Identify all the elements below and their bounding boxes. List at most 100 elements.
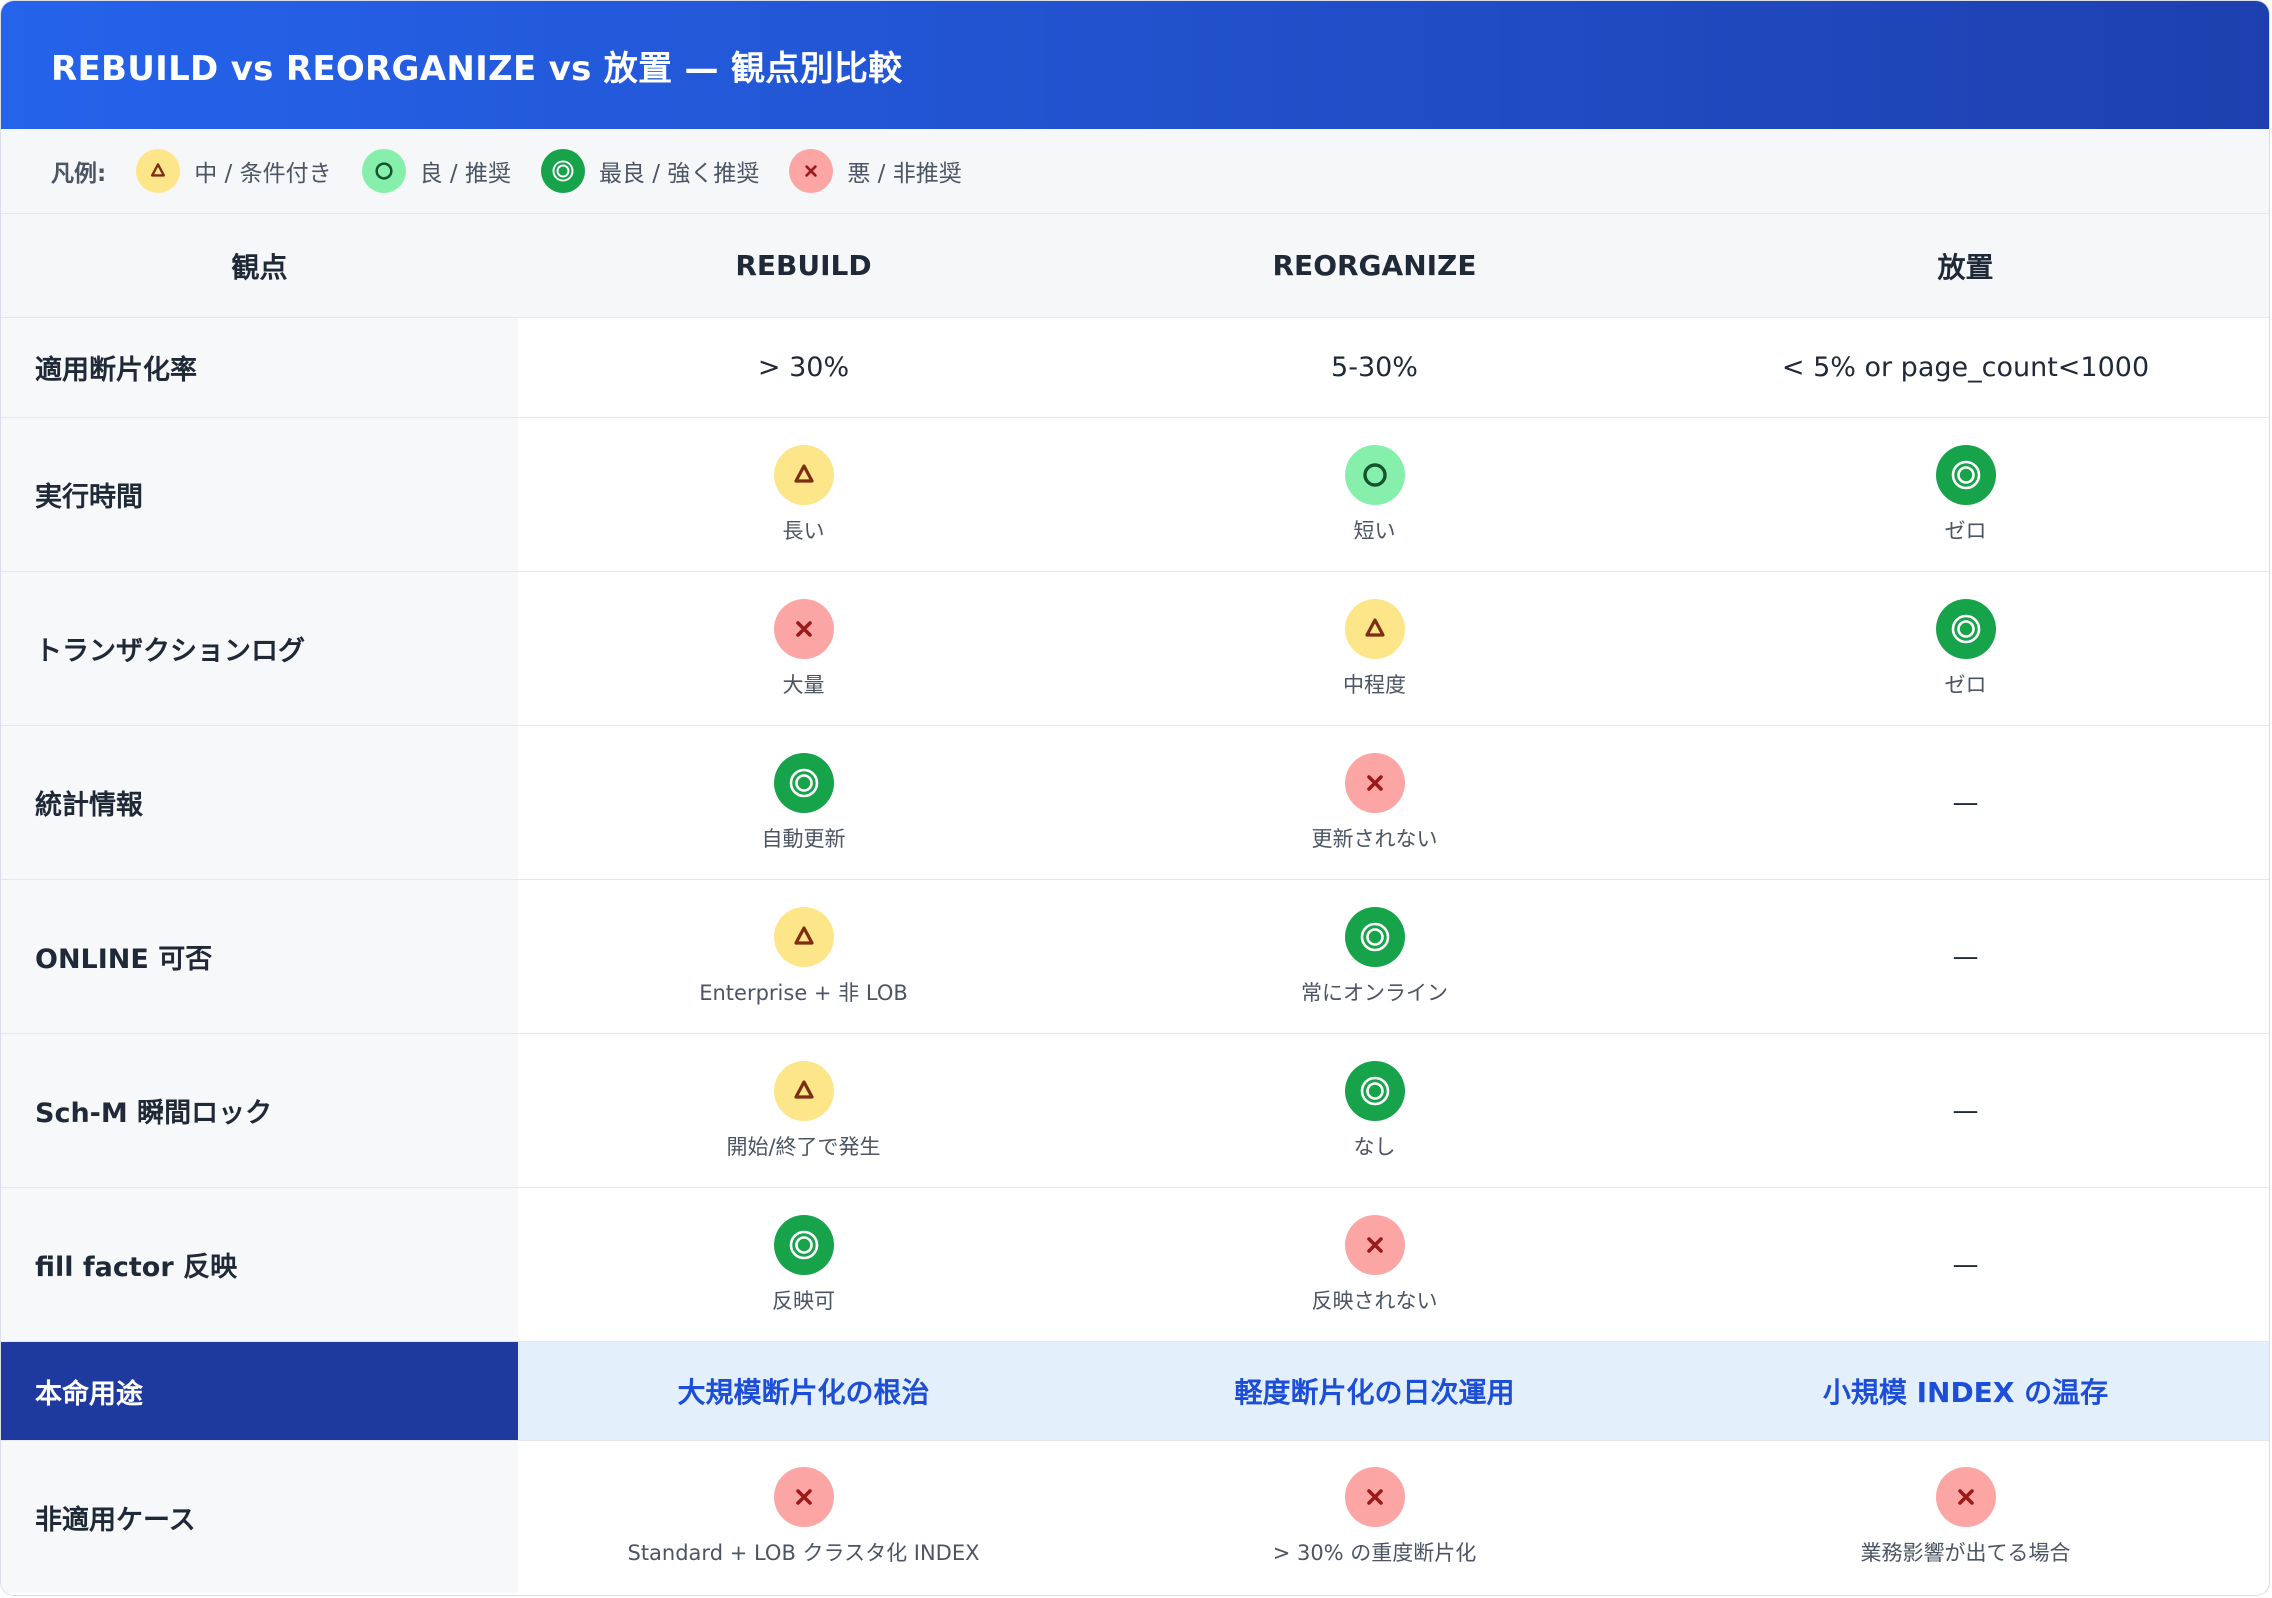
row-label: 実行時間 [1,417,518,572]
cell-note: 常にオンライン [1301,980,1448,1005]
table-row: 統計情報 自動更新 更新されない — [1,725,2269,880]
double-circle-icon [773,1214,834,1275]
cell-note: Standard + LOB クラスタ化 INDEX [627,1541,980,1565]
dash: — [1952,941,1979,972]
table-cell: 開始/終了で発生 [518,1033,1089,1188]
cell-note: 更新されない [1311,826,1438,851]
table-row: Sch-M 瞬間ロック 開始/終了で発生 なし — [1,1033,2269,1188]
cell-value: > 30% [518,317,1089,418]
column-header-reorganize: REORGANIZE [1089,214,1660,318]
table-header-row: 観点 REBUILD REORGANIZE 放置 [1,214,2269,318]
row-label: 統計情報 [1,725,518,880]
legend-item-double-circle: 最良 / 強く推奨 [540,149,760,193]
circle-icon [361,149,406,193]
cross-icon [773,1467,834,1527]
cross-icon [1344,752,1405,813]
column-header-viewpoint: 観点 [1,214,518,318]
cell-note: 開始/終了で発生 [726,1134,881,1159]
cross-icon [789,149,834,193]
table-row: 実行時間 長い 短い ゼロ [1,417,2269,572]
cross-icon [773,598,834,659]
cell-note: ゼロ [1944,672,1987,697]
cell-value: 5-30% [1089,317,1660,418]
cell-note: 短い [1353,518,1396,543]
cell-value: 大規模断片化の根治 [518,1341,1089,1441]
table-cell: 自動更新 [518,725,1089,880]
double-circle-icon [773,752,834,813]
legend-label: 凡例: [51,161,107,187]
cross-icon [1935,1467,1996,1527]
table-cell: — [1660,879,2269,1034]
table-cell: 長い [518,417,1089,572]
triangle-icon [136,149,181,193]
table-row: 適用断片化率 > 30% 5-30% < 5% or page_count<10… [1,317,2269,418]
column-header-rebuild: REBUILD [518,214,1089,318]
row-label: Sch-M 瞬間ロック [1,1033,518,1188]
double-circle-icon [1935,598,1996,659]
row-label: トランザクションログ [1,571,518,726]
legend-text: 中 / 条件付き [194,161,332,187]
cell-note: 反映可 [772,1288,835,1313]
cell-note: Enterprise + 非 LOB [699,980,908,1005]
header-bar: REBUILD vs REORGANIZE vs 放置 — 観点別比較 [1,1,2269,129]
legend-item-triangle: 中 / 条件付き [136,149,332,193]
table-cell: — [1660,725,2269,880]
cell-value: 小規模 INDEX の温存 [1660,1341,2269,1441]
comparison-table: 観点 REBUILD REORGANIZE 放置 適用断片化率 > 30% 5-… [1,214,2269,1594]
triangle-icon [1344,598,1405,659]
table-row: ONLINE 可否 Enterprise + 非 LOB 常にオンライン — [1,879,2269,1034]
double-circle-icon [540,149,585,193]
cell-note: 業務影響が出てる場合 [1860,1541,2071,1565]
double-circle-icon [1935,444,1996,505]
table-cell: ゼロ [1660,571,2269,726]
cell-note: > 30% の重度断片化 [1272,1541,1477,1565]
cell-value: 軽度断片化の日次運用 [1089,1341,1660,1441]
circle-icon [1344,444,1405,505]
table-cell: ゼロ [1660,417,2269,572]
cell-value: < 5% or page_count<1000 [1660,317,2269,418]
table-cell: Enterprise + 非 LOB [518,879,1089,1034]
comparison-card: REBUILD vs REORGANIZE vs 放置 — 観点別比較 凡例: … [0,0,2270,1596]
legend-text: 良 / 推奨 [419,161,511,187]
table-cell: 大量 [518,571,1089,726]
cell-note: 反映されない [1311,1288,1438,1313]
dash: — [1952,787,1979,818]
triangle-icon [773,444,834,505]
row-label: 本命用途 [1,1341,518,1441]
cell-note: ゼロ [1944,518,1987,543]
table-row-highlight: 本命用途 大規模断片化の根治 軽度断片化の日次運用 小規模 INDEX の温存 [1,1341,2269,1441]
page-title: REBUILD vs REORGANIZE vs 放置 — 観点別比較 [51,48,903,89]
column-header-leave: 放置 [1660,214,2269,318]
legend-text: 悪 / 非推奨 [847,161,962,187]
legend: 凡例: 中 / 条件付き 良 / 推奨 最良 / 強く推奨 悪 / 非推奨 [1,129,2269,214]
table-cell: 常にオンライン [1089,879,1660,1034]
table-cell: 短い [1089,417,1660,572]
table-row: fill factor 反映 反映可 反映されない — [1,1187,2269,1342]
cell-note: 中程度 [1343,672,1406,697]
double-circle-icon [1344,906,1405,967]
table-row: 非適用ケース Standard + LOB クラスタ化 INDEX > 30% … [1,1440,2269,1594]
table-cell: — [1660,1187,2269,1342]
legend-text: 最良 / 強く推奨 [598,161,760,187]
cell-note: なし [1353,1134,1396,1159]
row-label: ONLINE 可否 [1,879,518,1034]
cell-note: 大量 [782,672,825,697]
table-cell: 業務影響が出てる場合 [1660,1441,2269,1594]
cell-note: 長い [782,518,825,543]
legend-item-circle: 良 / 推奨 [361,149,511,193]
cross-icon [1344,1214,1405,1275]
dash: — [1952,1249,1979,1280]
cross-icon [1344,1467,1405,1527]
cell-note: 自動更新 [761,826,846,851]
dash: — [1952,1095,1979,1126]
table-cell: なし [1089,1033,1660,1188]
table-cell: Standard + LOB クラスタ化 INDEX [518,1441,1089,1594]
row-label: fill factor 反映 [1,1187,518,1342]
table-cell: 更新されない [1089,725,1660,880]
table-cell: > 30% の重度断片化 [1089,1441,1660,1594]
table-cell: — [1660,1033,2269,1188]
table-row: トランザクションログ 大量 中程度 ゼロ [1,571,2269,726]
triangle-icon [773,1060,834,1121]
table-cell: 中程度 [1089,571,1660,726]
row-label: 適用断片化率 [1,317,518,418]
